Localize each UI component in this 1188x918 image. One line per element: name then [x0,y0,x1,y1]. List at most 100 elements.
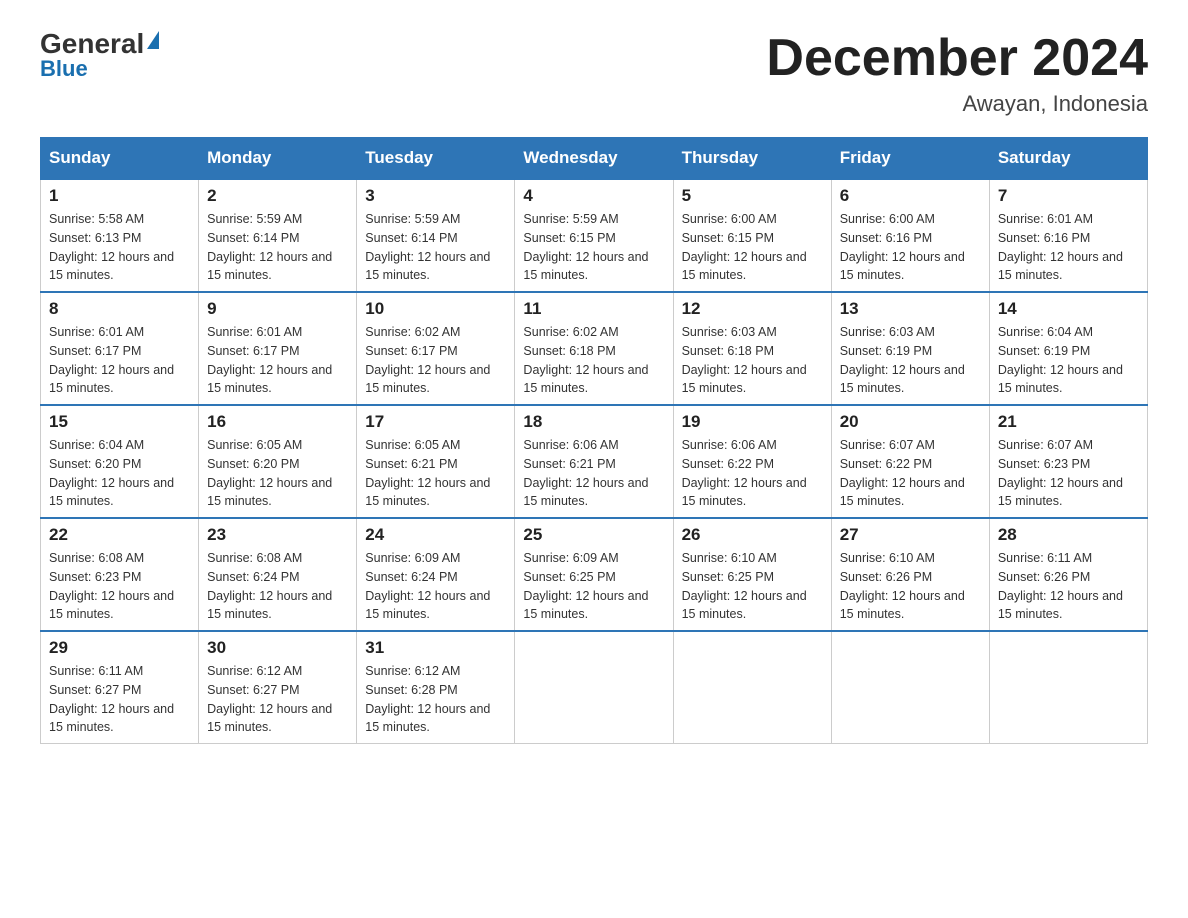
day-cell: 11 Sunrise: 6:02 AMSunset: 6:18 PMDayligh… [515,292,673,405]
day-info: Sunrise: 6:02 AMSunset: 6:17 PMDaylight:… [365,323,506,398]
day-info: Sunrise: 5:58 AMSunset: 6:13 PMDaylight:… [49,210,190,285]
logo-blue-text: Blue [40,56,88,82]
day-info: Sunrise: 6:10 AMSunset: 6:25 PMDaylight:… [682,549,823,624]
day-cell: 17 Sunrise: 6:05 AMSunset: 6:21 PMDayligh… [357,405,515,518]
page-header: General Blue December 2024 Awayan, Indon… [40,30,1148,117]
day-cell: 6 Sunrise: 6:00 AMSunset: 6:16 PMDaylight… [831,179,989,292]
day-cell: 18 Sunrise: 6:06 AMSunset: 6:21 PMDayligh… [515,405,673,518]
day-number: 23 [207,525,348,545]
day-header-monday: Monday [199,138,357,180]
day-info: Sunrise: 6:12 AMSunset: 6:28 PMDaylight:… [365,662,506,737]
day-number: 28 [998,525,1139,545]
day-info: Sunrise: 6:06 AMSunset: 6:21 PMDaylight:… [523,436,664,511]
logo-general-text: General [40,30,144,58]
day-number: 27 [840,525,981,545]
day-info: Sunrise: 6:02 AMSunset: 6:18 PMDaylight:… [523,323,664,398]
day-cell: 15 Sunrise: 6:04 AMSunset: 6:20 PMDayligh… [41,405,199,518]
week-row-4: 22 Sunrise: 6:08 AMSunset: 6:23 PMDayligh… [41,518,1148,631]
day-number: 20 [840,412,981,432]
week-row-3: 15 Sunrise: 6:04 AMSunset: 6:20 PMDayligh… [41,405,1148,518]
day-cell: 28Sunrise: 6:11 AMSunset: 6:26 PMDayligh… [989,518,1147,631]
day-number: 10 [365,299,506,319]
day-info: Sunrise: 5:59 AMSunset: 6:15 PMDaylight:… [523,210,664,285]
day-number: 26 [682,525,823,545]
day-cell: 7Sunrise: 6:01 AMSunset: 6:16 PMDaylight… [989,179,1147,292]
day-number: 30 [207,638,348,658]
day-cell: 21 Sunrise: 6:07 AMSunset: 6:23 PMDayligh… [989,405,1147,518]
day-cell: 14Sunrise: 6:04 AMSunset: 6:19 PMDayligh… [989,292,1147,405]
day-number: 18 [523,412,664,432]
week-row-5: 29Sunrise: 6:11 AMSunset: 6:27 PMDayligh… [41,631,1148,744]
day-number: 25 [523,525,664,545]
month-title: December 2024 [766,30,1148,87]
day-cell [515,631,673,744]
day-header-thursday: Thursday [673,138,831,180]
day-info: Sunrise: 5:59 AMSunset: 6:14 PMDaylight:… [207,210,348,285]
day-number: 11 [523,299,664,319]
day-cell: 9Sunrise: 6:01 AMSunset: 6:17 PMDaylight… [199,292,357,405]
day-info: Sunrise: 6:06 AMSunset: 6:22 PMDaylight:… [682,436,823,511]
day-cell: 4 Sunrise: 5:59 AMSunset: 6:15 PMDaylight… [515,179,673,292]
day-cell: 2 Sunrise: 5:59 AMSunset: 6:14 PMDaylight… [199,179,357,292]
day-number: 6 [840,186,981,206]
day-info: Sunrise: 6:07 AMSunset: 6:23 PMDaylight:… [998,436,1139,511]
logo: General Blue [40,30,159,82]
day-cell: 3 Sunrise: 5:59 AMSunset: 6:14 PMDaylight… [357,179,515,292]
day-info: Sunrise: 6:07 AMSunset: 6:22 PMDaylight:… [840,436,981,511]
day-info: Sunrise: 6:05 AMSunset: 6:20 PMDaylight:… [207,436,348,511]
day-number: 3 [365,186,506,206]
day-number: 19 [682,412,823,432]
day-number: 29 [49,638,190,658]
day-info: Sunrise: 6:10 AMSunset: 6:26 PMDaylight:… [840,549,981,624]
day-cell: 5Sunrise: 6:00 AMSunset: 6:15 PMDaylight… [673,179,831,292]
day-number: 2 [207,186,348,206]
day-number: 4 [523,186,664,206]
day-cell [673,631,831,744]
day-number: 12 [682,299,823,319]
day-cell: 13 Sunrise: 6:03 AMSunset: 6:19 PMDayligh… [831,292,989,405]
day-header-row: SundayMondayTuesdayWednesdayThursdayFrid… [41,138,1148,180]
day-info: Sunrise: 6:08 AMSunset: 6:23 PMDaylight:… [49,549,190,624]
day-number: 22 [49,525,190,545]
day-number: 1 [49,186,190,206]
day-cell [831,631,989,744]
day-cell: 30 Sunrise: 6:12 AMSunset: 6:27 PMDayligh… [199,631,357,744]
day-cell: 20 Sunrise: 6:07 AMSunset: 6:22 PMDayligh… [831,405,989,518]
day-info: Sunrise: 6:09 AMSunset: 6:25 PMDaylight:… [523,549,664,624]
day-number: 13 [840,299,981,319]
day-info: Sunrise: 6:04 AMSunset: 6:20 PMDaylight:… [49,436,190,511]
day-cell: 23 Sunrise: 6:08 AMSunset: 6:24 PMDayligh… [199,518,357,631]
day-number: 21 [998,412,1139,432]
day-cell: 19 Sunrise: 6:06 AMSunset: 6:22 PMDayligh… [673,405,831,518]
day-number: 16 [207,412,348,432]
day-info: Sunrise: 6:04 AMSunset: 6:19 PMDaylight:… [998,323,1139,398]
day-number: 17 [365,412,506,432]
day-info: Sunrise: 6:00 AMSunset: 6:16 PMDaylight:… [840,210,981,285]
day-cell: 12Sunrise: 6:03 AMSunset: 6:18 PMDayligh… [673,292,831,405]
day-cell: 31Sunrise: 6:12 AMSunset: 6:28 PMDayligh… [357,631,515,744]
day-number: 8 [49,299,190,319]
day-cell [989,631,1147,744]
day-info: Sunrise: 6:01 AMSunset: 6:17 PMDaylight:… [49,323,190,398]
day-info: Sunrise: 6:09 AMSunset: 6:24 PMDaylight:… [365,549,506,624]
week-row-1: 1 Sunrise: 5:58 AMSunset: 6:13 PMDaylight… [41,179,1148,292]
day-number: 15 [49,412,190,432]
day-info: Sunrise: 6:05 AMSunset: 6:21 PMDaylight:… [365,436,506,511]
day-info: Sunrise: 6:00 AMSunset: 6:15 PMDaylight:… [682,210,823,285]
day-cell: 27 Sunrise: 6:10 AMSunset: 6:26 PMDayligh… [831,518,989,631]
day-cell: 16 Sunrise: 6:05 AMSunset: 6:20 PMDayligh… [199,405,357,518]
day-cell: 25 Sunrise: 6:09 AMSunset: 6:25 PMDayligh… [515,518,673,631]
day-cell: 24 Sunrise: 6:09 AMSunset: 6:24 PMDayligh… [357,518,515,631]
day-number: 24 [365,525,506,545]
calendar-table: SundayMondayTuesdayWednesdayThursdayFrid… [40,137,1148,744]
day-cell: 1 Sunrise: 5:58 AMSunset: 6:13 PMDaylight… [41,179,199,292]
day-info: Sunrise: 6:03 AMSunset: 6:19 PMDaylight:… [840,323,981,398]
day-cell: 22 Sunrise: 6:08 AMSunset: 6:23 PMDayligh… [41,518,199,631]
day-header-tuesday: Tuesday [357,138,515,180]
day-info: Sunrise: 5:59 AMSunset: 6:14 PMDaylight:… [365,210,506,285]
day-header-wednesday: Wednesday [515,138,673,180]
day-info: Sunrise: 6:01 AMSunset: 6:17 PMDaylight:… [207,323,348,398]
day-info: Sunrise: 6:12 AMSunset: 6:27 PMDaylight:… [207,662,348,737]
day-info: Sunrise: 6:08 AMSunset: 6:24 PMDaylight:… [207,549,348,624]
day-header-saturday: Saturday [989,138,1147,180]
